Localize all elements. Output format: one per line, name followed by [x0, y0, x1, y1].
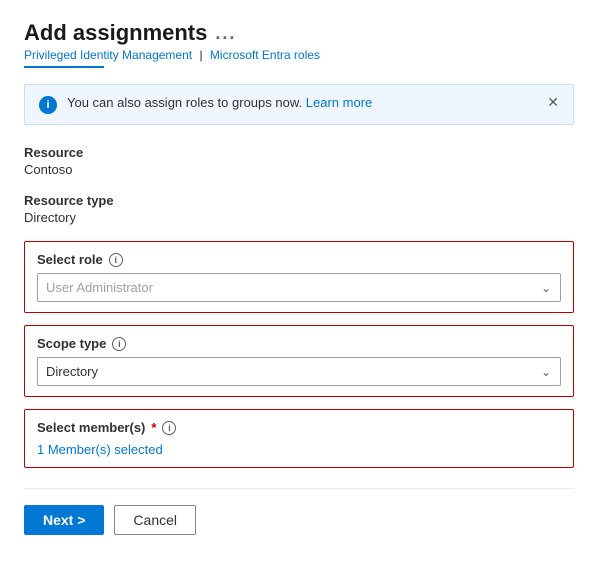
resource-value: Contoso: [24, 162, 574, 177]
select-role-label: Select role i: [37, 252, 561, 267]
next-button[interactable]: Next >: [24, 505, 104, 535]
cancel-button[interactable]: Cancel: [114, 505, 196, 535]
scope-type-info-icon[interactable]: i: [112, 337, 126, 351]
resource-type-field: Resource type Directory: [24, 193, 574, 225]
page-title: Add assignments ...: [24, 20, 574, 46]
learn-more-link[interactable]: Learn more: [306, 95, 372, 110]
required-indicator: *: [151, 420, 156, 435]
page-title-text: Add assignments: [24, 20, 207, 46]
scope-type-dropdown[interactable]: Directory: [37, 357, 561, 386]
breadcrumb: Privileged Identity Management | Microso…: [24, 48, 574, 62]
ellipsis-menu[interactable]: ...: [215, 23, 236, 44]
footer-actions: Next > Cancel: [24, 505, 574, 535]
select-members-label: Select member(s) * i: [37, 420, 561, 435]
scope-type-section: Scope type i Directory ⌄: [24, 325, 574, 397]
info-banner: i You can also assign roles to groups no…: [24, 84, 574, 125]
title-underline: [24, 66, 104, 68]
select-role-dropdown[interactable]: User Administrator: [37, 273, 561, 302]
resource-type-label: Resource type: [24, 193, 574, 208]
scope-type-label: Scope type i: [37, 336, 561, 351]
resource-label: Resource: [24, 145, 574, 160]
select-role-wrapper: User Administrator ⌄: [37, 273, 561, 302]
scope-type-wrapper: Directory ⌄: [37, 357, 561, 386]
select-role-section: Select role i User Administrator ⌄: [24, 241, 574, 313]
footer-divider: [24, 488, 574, 489]
select-role-info-icon[interactable]: i: [109, 253, 123, 267]
info-banner-text: You can also assign roles to groups now.…: [67, 95, 559, 110]
info-icon: i: [39, 96, 57, 114]
select-members-info-icon[interactable]: i: [162, 421, 176, 435]
close-banner-button[interactable]: ✕: [543, 93, 563, 111]
resource-type-value: Directory: [24, 210, 574, 225]
select-members-section: Select member(s) * i 1 Member(s) selecte…: [24, 409, 574, 468]
resource-field: Resource Contoso: [24, 145, 574, 177]
members-selected-link[interactable]: 1 Member(s) selected: [37, 442, 163, 457]
